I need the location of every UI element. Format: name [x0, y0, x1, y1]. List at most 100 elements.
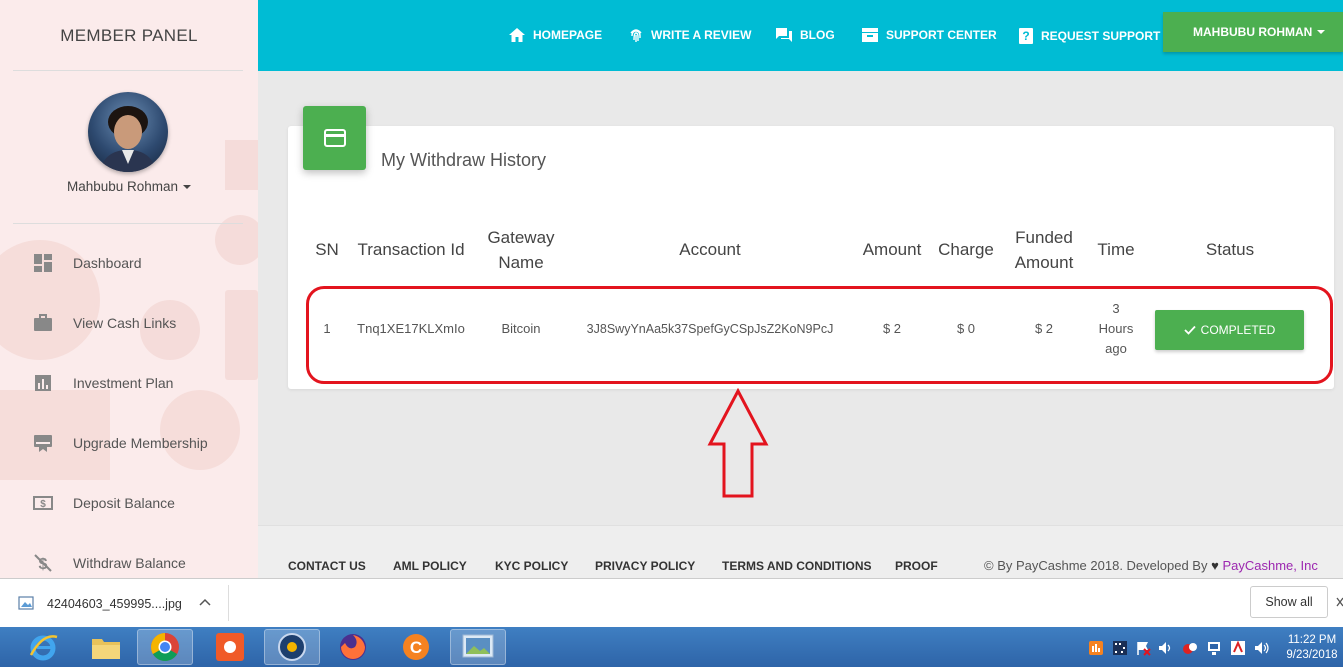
col-header-time: Time [1097, 240, 1135, 259]
close-icon[interactable] [1336, 597, 1343, 607]
bar-chart-icon [33, 373, 53, 393]
pdf-tray-icon[interactable] [1230, 640, 1246, 656]
sidebar-item-label: View Cash Links [73, 315, 177, 331]
action-center-flag-icon[interactable] [1135, 640, 1151, 656]
caret-down-icon [183, 185, 192, 190]
inbox-icon [862, 28, 878, 42]
user-dropdown-button[interactable]: MAHBUBU ROHMAN [1163, 12, 1343, 52]
heart-icon: ♥ [1211, 558, 1219, 573]
user-button-label: MAHBUBU ROHMAN [1193, 25, 1313, 39]
nav-write-review[interactable]: WRITE A REVIEW [628, 27, 751, 43]
divider [13, 70, 243, 71]
avatar-photo [100, 106, 156, 172]
volume-icon[interactable] [1158, 640, 1174, 656]
col-header-funded-amount: Funded Amount [1006, 225, 1082, 275]
col-header-transaction-id: Transaction Id [357, 240, 465, 259]
nav-label: HOMEPAGE [533, 28, 603, 42]
sidebar-item-dashboard[interactable]: Dashboard [0, 243, 258, 283]
sidebar-item-withdraw-balance[interactable]: $ Withdraw Balance [0, 543, 258, 578]
screenshot-app-icon[interactable] [202, 629, 258, 665]
dashboard-icon [33, 253, 53, 273]
nav-label: SUPPORT CENTER [886, 28, 997, 42]
nav-label: WRITE A REVIEW [651, 28, 752, 42]
briefcase-icon [33, 313, 53, 333]
nav-label: REQUEST SUPPORT [1041, 29, 1161, 43]
nav-label: BLOG [800, 28, 835, 42]
chevron-up-icon[interactable] [199, 598, 211, 606]
user-menu[interactable]: Mahbubu Rohman [0, 179, 258, 194]
divider [228, 585, 229, 621]
svg-text:?: ? [1022, 29, 1029, 43]
nav-homepage[interactable]: HOMEPAGE [508, 27, 602, 43]
card-title: My Withdraw History [381, 150, 547, 170]
nav-blog[interactable]: BLOG [775, 27, 835, 43]
image-file-icon [18, 596, 34, 610]
col-header-line: Name [498, 253, 544, 272]
brand-link[interactable]: PayCashme, Inc [1222, 558, 1317, 573]
col-header-amount: Amount [862, 240, 922, 259]
col-header-charge: Charge [938, 240, 994, 259]
col-header-gateway-name: Gateway Name [478, 225, 564, 275]
photo-viewer-icon[interactable] [450, 629, 506, 665]
footer-link-aml-policy[interactable]: AML POLICY [393, 559, 467, 573]
col-header-line: Funded [1015, 228, 1073, 247]
copyright-text: © By PayCashme 2018. Developed By [984, 558, 1208, 573]
home-icon [509, 28, 525, 42]
col-header-line: Amount [1014, 253, 1074, 272]
ccleaner-icon[interactable]: C [388, 629, 444, 665]
sidebar-item-view-cash-links[interactable]: View Cash Links [0, 303, 258, 343]
file-explorer-icon[interactable] [78, 629, 134, 665]
avatar[interactable] [88, 92, 168, 172]
sidebar-item-label: Dashboard [73, 255, 142, 271]
sidebar-item-label: Deposit Balance [73, 495, 175, 511]
caret-down-icon [1317, 30, 1326, 34]
sidebar-item-label: Investment Plan [73, 375, 174, 391]
clock-date: 9/23/2018 [1286, 649, 1338, 661]
svg-text:C: C [410, 638, 422, 657]
security-tray-icon[interactable] [1182, 640, 1198, 656]
system-clock[interactable]: 11:22 PM 9/23/2018 [1282, 633, 1342, 663]
credit-card-icon [323, 129, 346, 147]
help-icon: ? [1019, 28, 1033, 44]
sidebar: MEMBER PANEL Mahbubu Rohman Dashboard Vi… [0, 0, 258, 578]
footer-copyright: © By PayCashme 2018. Developed By ♥ PayC… [984, 558, 1318, 573]
ie-icon[interactable] [15, 629, 71, 665]
show-all-button[interactable]: Show all [1250, 586, 1328, 618]
fingerprint-icon [630, 29, 642, 42]
annotation-highlight-box [306, 286, 1333, 384]
annotation-up-arrow-icon [707, 388, 769, 498]
forum-icon [776, 28, 792, 42]
nav-request-support[interactable]: ? REQUEST SUPPORT [1018, 27, 1160, 45]
col-header-line: Gateway [487, 228, 555, 247]
col-header-status: Status [1205, 240, 1255, 259]
nav-support-center[interactable]: SUPPORT CENTER [861, 27, 997, 43]
money-icon: $ [33, 493, 53, 513]
footer-link-privacy-policy[interactable]: PRIVACY POLICY [595, 559, 695, 573]
speaker-icon[interactable] [1254, 640, 1270, 656]
download-file-name: 42404603_459995....jpg [47, 597, 182, 611]
sidebar-item-investment-plan[interactable]: Investment Plan [0, 363, 258, 403]
footer-link-kyc-policy[interactable]: KYC POLICY [495, 559, 568, 573]
footer-link-contact-us[interactable]: CONTACT US [288, 559, 366, 573]
panel-title: MEMBER PANEL [60, 26, 198, 45]
card-header-icon [303, 106, 366, 170]
divider [13, 223, 243, 224]
svg-text:$: $ [40, 499, 46, 510]
sidebar-item-label: Upgrade Membership [73, 435, 208, 451]
firefox-icon[interactable] [325, 629, 381, 665]
clock-time: 11:22 PM [1287, 634, 1337, 646]
sidebar-item-deposit-balance[interactable]: $ Deposit Balance [0, 483, 258, 523]
footer-link-terms-and-conditions[interactable]: TERMS AND CONDITIONS [722, 559, 872, 573]
col-header-account: Account [679, 240, 741, 259]
media-player-icon[interactable] [264, 629, 320, 665]
app-tray-icon[interactable] [1088, 640, 1104, 656]
money-off-icon: $ [33, 553, 53, 573]
chrome-icon[interactable] [137, 629, 193, 665]
sidebar-item-label: Withdraw Balance [73, 555, 186, 571]
network-icon[interactable] [1206, 640, 1222, 656]
footer-link-proof[interactable]: PROOF [895, 559, 938, 573]
sidebar-item-upgrade-membership[interactable]: Upgrade Membership [0, 423, 258, 463]
user-name: Mahbubu Rohman [66, 179, 179, 194]
card-membership-icon [33, 433, 53, 453]
grid-tray-icon[interactable] [1112, 640, 1128, 656]
